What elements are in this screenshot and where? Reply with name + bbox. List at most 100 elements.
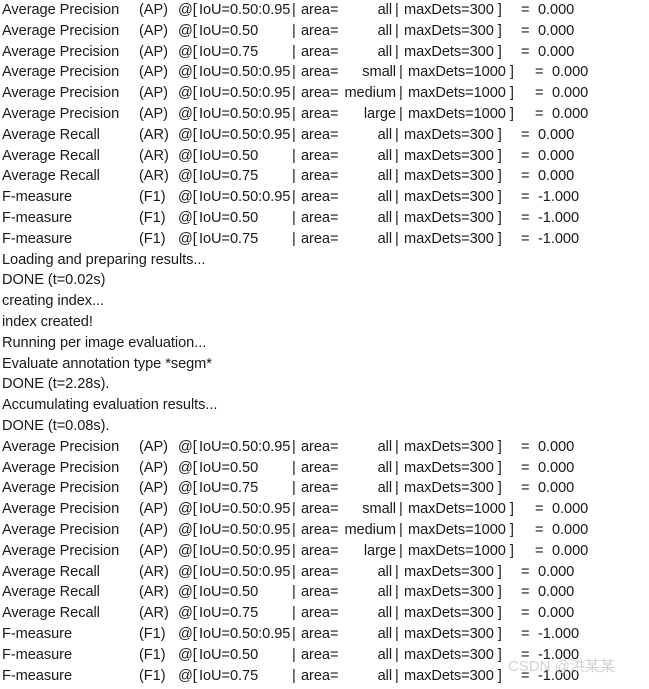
metric-name: Average Precision — [2, 22, 120, 39]
metric-value: -1.000 — [538, 646, 580, 663]
log-line-metric: Average Precision (AP) @[IoU=0.50 | area= all… — [0, 458, 649, 479]
maxdets-spec: maxDets=300 ] — [404, 2, 502, 18]
bracket-open: @[ — [178, 126, 197, 143]
metric-tag: (AR) — [139, 605, 169, 622]
area-label: area= — [301, 189, 339, 206]
bracket-open: @[ — [178, 584, 197, 601]
metric-name: Average Precision — [2, 501, 120, 518]
metric-name: Average Recall — [2, 168, 100, 185]
equals-sign: = — [521, 168, 530, 185]
metric-name: F-measure — [2, 625, 73, 642]
equals-sign: = — [535, 501, 544, 518]
maxdets-spec: maxDets=300 ] — [404, 147, 502, 164]
separator-2: | — [395, 209, 399, 226]
separator-1: | — [292, 563, 296, 580]
bracket-open: @[ — [178, 667, 197, 684]
area-label: area= — [301, 646, 339, 663]
log-line-status: creating index... — [2, 293, 105, 310]
area-label: area= — [301, 542, 339, 559]
area-label: area= — [301, 43, 339, 60]
separator-1: | — [292, 2, 296, 18]
maxdets-spec: maxDets=300 ] — [404, 189, 502, 206]
metric-tag: (AP) — [139, 480, 168, 497]
iou-spec: IoU=0.50:0.95 — [199, 2, 291, 18]
area-label: area= — [301, 230, 339, 247]
maxdets-spec: maxDets=300 ] — [404, 438, 502, 455]
metric-tag: (F1) — [139, 646, 166, 663]
metric-value: -1.000 — [538, 189, 580, 206]
area-label: area= — [301, 22, 339, 39]
bracket-open: @[ — [178, 43, 197, 60]
log-line-metric: Average Recall (AR) @[IoU=0.50 | area= all | ma… — [0, 582, 649, 603]
log-line-metric: Average Precision (AP) @[IoU=0.50:0.95 | are… — [0, 0, 649, 21]
log-line-metric: Average Precision (AP) @[IoU=0.50:0.95 | are… — [0, 541, 649, 562]
log-line-status: DONE (t=0.02s) — [2, 272, 106, 289]
bracket-open: @[ — [178, 563, 197, 580]
log-line-status: Loading and preparing results... — [2, 251, 206, 268]
iou-spec: IoU=0.50 — [199, 22, 259, 39]
area-label: area= — [301, 625, 339, 642]
metric-name: Average Recall — [2, 605, 100, 622]
separator-2: | — [395, 438, 399, 455]
equals-sign: = — [521, 2, 530, 18]
separator-2: | — [395, 2, 399, 18]
metric-tag: (AP) — [139, 459, 168, 476]
maxdets-spec: maxDets=1000 ] — [408, 105, 514, 122]
equals-sign: = — [521, 646, 530, 663]
separator-1: | — [292, 105, 296, 122]
log-line-metric: Average Recall (AR) @[IoU=0.75 | area= all | ma… — [0, 166, 649, 187]
log-line-metric: Average Recall (AR) @[IoU=0.50:0.95 | area= a… — [0, 125, 649, 146]
log-line-status: Running per image evaluation... — [2, 334, 207, 351]
equals-sign: = — [521, 563, 530, 580]
metric-tag: (AP) — [139, 521, 168, 538]
area-value: all — [377, 230, 392, 247]
metric-value: 0.000 — [538, 43, 575, 60]
area-value: all — [377, 459, 392, 476]
separator-2: | — [399, 521, 403, 538]
log-line-status: Accumulating evaluation results... — [2, 397, 218, 414]
separator-2: | — [395, 126, 399, 143]
maxdets-spec: maxDets=300 ] — [404, 584, 502, 601]
metric-tag: (AR) — [139, 147, 169, 164]
metric-tag: (AR) — [139, 563, 169, 580]
console-output[interactable]: Average Precision (AP) @[IoU=0.50:0.95 | are… — [0, 0, 649, 689]
iou-spec: IoU=0.75 — [199, 230, 259, 247]
maxdets-spec: maxDets=300 ] — [404, 230, 502, 247]
separator-2: | — [395, 646, 399, 663]
iou-spec: IoU=0.75 — [199, 605, 259, 622]
metric-tag: (AP) — [139, 438, 168, 455]
metric-name: Average Precision — [2, 480, 120, 497]
iou-spec: IoU=0.50:0.95 — [199, 501, 291, 518]
equals-sign: = — [521, 189, 530, 206]
separator-2: | — [395, 459, 399, 476]
maxdets-spec: maxDets=300 ] — [404, 126, 502, 143]
maxdets-spec: maxDets=300 ] — [404, 605, 502, 622]
separator-1: | — [292, 168, 296, 185]
metric-name: F-measure — [2, 230, 73, 247]
separator-1: | — [292, 85, 296, 102]
area-value: all — [377, 667, 392, 684]
log-line-metric: Average Recall (AR) @[IoU=0.75 | area= all | ma… — [0, 603, 649, 624]
log-line-metric: Average Recall (AR) @[IoU=0.50 | area= all | ma… — [0, 146, 649, 167]
metric-value: 0.000 — [552, 105, 589, 122]
metric-name: F-measure — [2, 667, 73, 684]
bracket-open: @[ — [178, 625, 197, 642]
log-line-metric: F-measure (F1) @[IoU=0.50 | area= all | maxDets… — [0, 208, 649, 229]
separator-1: | — [292, 480, 296, 497]
metric-tag: (AP) — [139, 85, 168, 102]
equals-sign: = — [521, 438, 530, 455]
log-line-list: Average Precision (AP) @[IoU=0.50:0.95 | are… — [0, 0, 649, 686]
area-value: medium — [344, 85, 396, 102]
metric-value: -1.000 — [538, 667, 580, 684]
metric-value: -1.000 — [538, 625, 580, 642]
separator-2: | — [395, 605, 399, 622]
equals-sign: = — [521, 459, 530, 476]
iou-spec: IoU=0.50 — [199, 584, 259, 601]
separator-2: | — [399, 105, 403, 122]
metric-name: Average Precision — [2, 521, 120, 538]
separator-2: | — [395, 147, 399, 164]
separator-1: | — [292, 625, 296, 642]
maxdets-spec: maxDets=1000 ] — [408, 542, 514, 559]
area-value: all — [377, 168, 392, 185]
metric-value: 0.000 — [552, 542, 589, 559]
